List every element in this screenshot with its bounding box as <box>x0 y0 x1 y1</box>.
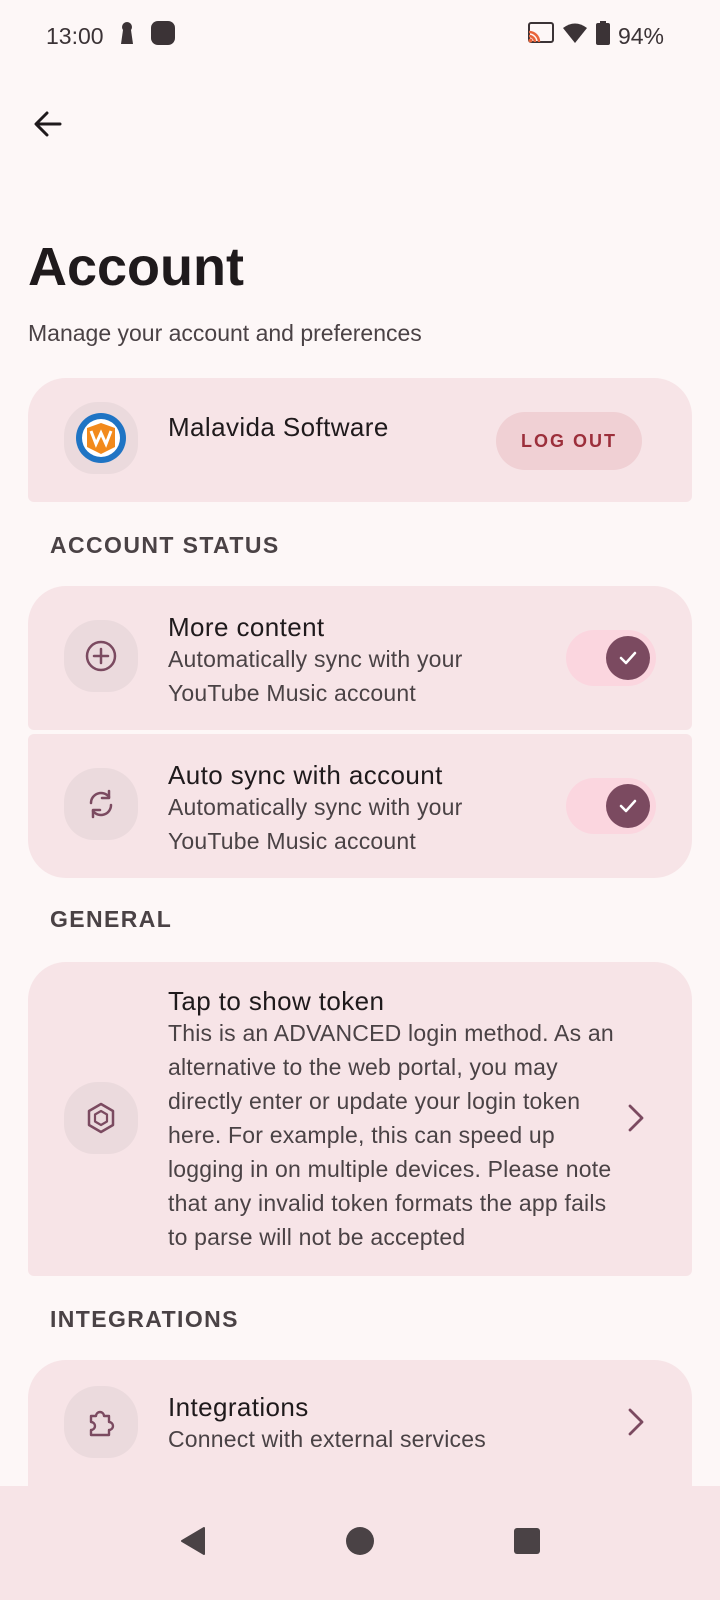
wifi-icon <box>562 22 588 50</box>
chevron-right-icon <box>620 1098 652 1138</box>
row-subtitle: Connect with external services <box>168 1426 486 1452</box>
keyhole-icon <box>118 20 136 52</box>
status-time: 13:00 <box>46 22 104 49</box>
account-name: Malavida Software <box>168 412 389 442</box>
row-subtitle: This is an ADVANCED login method. As an … <box>168 1020 614 1250</box>
section-account-status: ACCOUNT STATUS <box>50 532 280 558</box>
check-icon <box>619 799 637 813</box>
battery-percent: 94% <box>617 22 664 49</box>
row-title: Integrations <box>168 1392 309 1422</box>
toggle-knob <box>606 784 650 828</box>
icon-tile <box>64 1386 138 1458</box>
cast-icon <box>527 22 554 50</box>
system-nav-bar <box>0 1486 720 1600</box>
icon-tile <box>64 1082 138 1154</box>
nav-home-button[interactable] <box>343 1524 377 1563</box>
icon-tile <box>64 620 138 692</box>
logout-button[interactable]: LOG OUT <box>496 412 642 470</box>
avatar <box>64 402 138 474</box>
nav-recents-button[interactable] <box>510 1524 544 1563</box>
account-screen: 13:00 94% Account Manage your account an… <box>0 0 720 1600</box>
triangle-back-icon <box>181 1526 206 1555</box>
app-icon <box>150 20 176 52</box>
section-general: GENERAL <box>50 906 173 932</box>
puzzle-icon <box>89 1410 115 1437</box>
back-button[interactable] <box>22 98 74 150</box>
sync-icon <box>89 789 113 819</box>
status-bar: 13:00 94% <box>0 0 720 72</box>
more-content-toggle[interactable] <box>566 630 656 686</box>
account-card: Malavida Software LOG OUT <box>28 378 692 502</box>
auto-sync-row[interactable]: Auto sync with account Automatically syn… <box>28 734 692 878</box>
add-circle-icon <box>85 640 117 672</box>
integrations-row[interactable]: Integrations Connect with external servi… <box>28 1360 692 1486</box>
row-title: Auto sync with account <box>168 760 443 790</box>
nav-back-button[interactable] <box>176 1524 210 1563</box>
row-title: More content <box>168 612 325 642</box>
page-title: Account <box>28 237 244 297</box>
icon-tile <box>64 768 138 840</box>
section-integrations: INTEGRATIONS <box>50 1306 239 1332</box>
page-subtitle: Manage your account and preferences <box>28 320 422 346</box>
row-subtitle: Automatically sync with your YouTube Mus… <box>168 646 463 706</box>
row-title: Tap to show token <box>168 986 385 1016</box>
more-content-row[interactable]: More content Automatically sync with you… <box>28 586 692 730</box>
toggle-knob <box>606 636 650 680</box>
cube-icon <box>87 1102 115 1134</box>
check-icon <box>619 651 637 665</box>
chevron-right-icon <box>620 1402 652 1442</box>
circle-home-icon <box>345 1526 374 1555</box>
arrow-left-icon <box>34 111 62 137</box>
row-subtitle: Automatically sync with your YouTube Mus… <box>168 794 463 854</box>
malavida-logo-icon <box>76 413 126 463</box>
auto-sync-toggle[interactable] <box>566 778 656 834</box>
token-row[interactable]: Tap to show token This is an ADVANCED lo… <box>28 962 692 1276</box>
battery-icon <box>595 21 610 51</box>
square-recents-icon <box>513 1527 540 1554</box>
